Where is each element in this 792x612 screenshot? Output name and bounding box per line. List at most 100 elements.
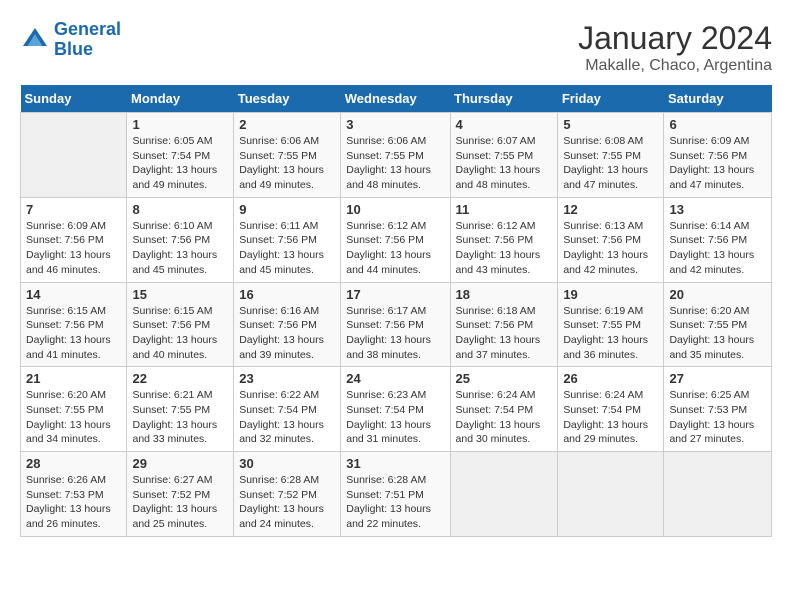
day-number: 22: [132, 371, 228, 386]
calendar-cell: 24 Sunrise: 6:23 AM Sunset: 7:54 PM Dayl…: [341, 367, 450, 452]
day-number: 25: [456, 371, 553, 386]
day-info: Sunrise: 6:17 AM Sunset: 7:56 PM Dayligh…: [346, 304, 444, 363]
day-info: Sunrise: 6:08 AM Sunset: 7:55 PM Dayligh…: [563, 134, 658, 193]
day-info: Sunrise: 6:12 AM Sunset: 7:56 PM Dayligh…: [456, 219, 553, 278]
logo: General Blue: [20, 20, 121, 60]
day-info: Sunrise: 6:12 AM Sunset: 7:56 PM Dayligh…: [346, 219, 444, 278]
day-info: Sunrise: 6:19 AM Sunset: 7:55 PM Dayligh…: [563, 304, 658, 363]
day-number: 17: [346, 287, 444, 302]
calendar-cell: 23 Sunrise: 6:22 AM Sunset: 7:54 PM Dayl…: [234, 367, 341, 452]
calendar-cell: 3 Sunrise: 6:06 AM Sunset: 7:55 PM Dayli…: [341, 113, 450, 198]
day-info: Sunrise: 6:13 AM Sunset: 7:56 PM Dayligh…: [563, 219, 658, 278]
day-number: 16: [239, 287, 335, 302]
weekday-header-monday: Monday: [127, 85, 234, 113]
calendar-cell: 5 Sunrise: 6:08 AM Sunset: 7:55 PM Dayli…: [558, 113, 664, 198]
day-info: Sunrise: 6:09 AM Sunset: 7:56 PM Dayligh…: [26, 219, 121, 278]
day-info: Sunrise: 6:10 AM Sunset: 7:56 PM Dayligh…: [132, 219, 228, 278]
day-number: 9: [239, 202, 335, 217]
day-info: Sunrise: 6:25 AM Sunset: 7:53 PM Dayligh…: [669, 388, 766, 447]
weekday-header-tuesday: Tuesday: [234, 85, 341, 113]
day-number: 14: [26, 287, 121, 302]
day-info: Sunrise: 6:24 AM Sunset: 7:54 PM Dayligh…: [456, 388, 553, 447]
weekday-header-friday: Friday: [558, 85, 664, 113]
week-row-2: 7 Sunrise: 6:09 AM Sunset: 7:56 PM Dayli…: [21, 197, 772, 282]
calendar-cell: 6 Sunrise: 6:09 AM Sunset: 7:56 PM Dayli…: [664, 113, 772, 198]
calendar-cell: [450, 452, 558, 537]
day-info: Sunrise: 6:26 AM Sunset: 7:53 PM Dayligh…: [26, 473, 121, 532]
calendar-header: SundayMondayTuesdayWednesdayThursdayFrid…: [21, 85, 772, 113]
page-subtitle: Makalle, Chaco, Argentina: [578, 57, 772, 75]
day-info: Sunrise: 6:28 AM Sunset: 7:52 PM Dayligh…: [239, 473, 335, 532]
day-info: Sunrise: 6:09 AM Sunset: 7:56 PM Dayligh…: [669, 134, 766, 193]
calendar-cell: 17 Sunrise: 6:17 AM Sunset: 7:56 PM Dayl…: [341, 282, 450, 367]
logo-line1: General: [54, 19, 121, 39]
calendar-cell: 27 Sunrise: 6:25 AM Sunset: 7:53 PM Dayl…: [664, 367, 772, 452]
day-number: 30: [239, 456, 335, 471]
calendar-cell: 1 Sunrise: 6:05 AM Sunset: 7:54 PM Dayli…: [127, 113, 234, 198]
day-info: Sunrise: 6:06 AM Sunset: 7:55 PM Dayligh…: [346, 134, 444, 193]
weekday-header-wednesday: Wednesday: [341, 85, 450, 113]
calendar-cell: 7 Sunrise: 6:09 AM Sunset: 7:56 PM Dayli…: [21, 197, 127, 282]
day-info: Sunrise: 6:23 AM Sunset: 7:54 PM Dayligh…: [346, 388, 444, 447]
logo-icon: [20, 25, 50, 55]
day-number: 23: [239, 371, 335, 386]
calendar-cell: 15 Sunrise: 6:15 AM Sunset: 7:56 PM Dayl…: [127, 282, 234, 367]
day-info: Sunrise: 6:11 AM Sunset: 7:56 PM Dayligh…: [239, 219, 335, 278]
logo-line2: Blue: [54, 39, 93, 59]
calendar-cell: 19 Sunrise: 6:19 AM Sunset: 7:55 PM Dayl…: [558, 282, 664, 367]
calendar-cell: 12 Sunrise: 6:13 AM Sunset: 7:56 PM Dayl…: [558, 197, 664, 282]
day-info: Sunrise: 6:16 AM Sunset: 7:56 PM Dayligh…: [239, 304, 335, 363]
calendar-cell: 2 Sunrise: 6:06 AM Sunset: 7:55 PM Dayli…: [234, 113, 341, 198]
week-row-1: 1 Sunrise: 6:05 AM Sunset: 7:54 PM Dayli…: [21, 113, 772, 198]
calendar-cell: 13 Sunrise: 6:14 AM Sunset: 7:56 PM Dayl…: [664, 197, 772, 282]
calendar-cell: 11 Sunrise: 6:12 AM Sunset: 7:56 PM Dayl…: [450, 197, 558, 282]
day-number: 20: [669, 287, 766, 302]
day-info: Sunrise: 6:07 AM Sunset: 7:55 PM Dayligh…: [456, 134, 553, 193]
page-title: January 2024: [578, 20, 772, 57]
calendar-cell: 16 Sunrise: 6:16 AM Sunset: 7:56 PM Dayl…: [234, 282, 341, 367]
day-number: 27: [669, 371, 766, 386]
day-number: 19: [563, 287, 658, 302]
day-number: 26: [563, 371, 658, 386]
day-info: Sunrise: 6:28 AM Sunset: 7:51 PM Dayligh…: [346, 473, 444, 532]
calendar-cell: 8 Sunrise: 6:10 AM Sunset: 7:56 PM Dayli…: [127, 197, 234, 282]
day-number: 31: [346, 456, 444, 471]
day-info: Sunrise: 6:20 AM Sunset: 7:55 PM Dayligh…: [26, 388, 121, 447]
week-row-5: 28 Sunrise: 6:26 AM Sunset: 7:53 PM Dayl…: [21, 452, 772, 537]
day-number: 28: [26, 456, 121, 471]
weekday-header-row: SundayMondayTuesdayWednesdayThursdayFrid…: [21, 85, 772, 113]
day-number: 24: [346, 371, 444, 386]
calendar-body: 1 Sunrise: 6:05 AM Sunset: 7:54 PM Dayli…: [21, 113, 772, 537]
day-info: Sunrise: 6:27 AM Sunset: 7:52 PM Dayligh…: [132, 473, 228, 532]
calendar-cell: 30 Sunrise: 6:28 AM Sunset: 7:52 PM Dayl…: [234, 452, 341, 537]
logo-text: General Blue: [54, 20, 121, 60]
day-info: Sunrise: 6:14 AM Sunset: 7:56 PM Dayligh…: [669, 219, 766, 278]
calendar-cell: 10 Sunrise: 6:12 AM Sunset: 7:56 PM Dayl…: [341, 197, 450, 282]
calendar-cell: 21 Sunrise: 6:20 AM Sunset: 7:55 PM Dayl…: [21, 367, 127, 452]
day-number: 13: [669, 202, 766, 217]
day-number: 7: [26, 202, 121, 217]
day-info: Sunrise: 6:15 AM Sunset: 7:56 PM Dayligh…: [132, 304, 228, 363]
day-number: 8: [132, 202, 228, 217]
day-info: Sunrise: 6:06 AM Sunset: 7:55 PM Dayligh…: [239, 134, 335, 193]
calendar-cell: 9 Sunrise: 6:11 AM Sunset: 7:56 PM Dayli…: [234, 197, 341, 282]
calendar-cell: [664, 452, 772, 537]
day-number: 10: [346, 202, 444, 217]
calendar-cell: [21, 113, 127, 198]
day-number: 1: [132, 117, 228, 132]
day-number: 11: [456, 202, 553, 217]
page-header: General Blue January 2024 Makalle, Chaco…: [20, 20, 772, 75]
day-info: Sunrise: 6:21 AM Sunset: 7:55 PM Dayligh…: [132, 388, 228, 447]
calendar-cell: 4 Sunrise: 6:07 AM Sunset: 7:55 PM Dayli…: [450, 113, 558, 198]
week-row-4: 21 Sunrise: 6:20 AM Sunset: 7:55 PM Dayl…: [21, 367, 772, 452]
day-number: 29: [132, 456, 228, 471]
week-row-3: 14 Sunrise: 6:15 AM Sunset: 7:56 PM Dayl…: [21, 282, 772, 367]
day-info: Sunrise: 6:05 AM Sunset: 7:54 PM Dayligh…: [132, 134, 228, 193]
day-number: 6: [669, 117, 766, 132]
calendar-cell: 22 Sunrise: 6:21 AM Sunset: 7:55 PM Dayl…: [127, 367, 234, 452]
calendar-cell: 25 Sunrise: 6:24 AM Sunset: 7:54 PM Dayl…: [450, 367, 558, 452]
calendar-cell: 28 Sunrise: 6:26 AM Sunset: 7:53 PM Dayl…: [21, 452, 127, 537]
day-number: 3: [346, 117, 444, 132]
day-number: 2: [239, 117, 335, 132]
day-info: Sunrise: 6:15 AM Sunset: 7:56 PM Dayligh…: [26, 304, 121, 363]
